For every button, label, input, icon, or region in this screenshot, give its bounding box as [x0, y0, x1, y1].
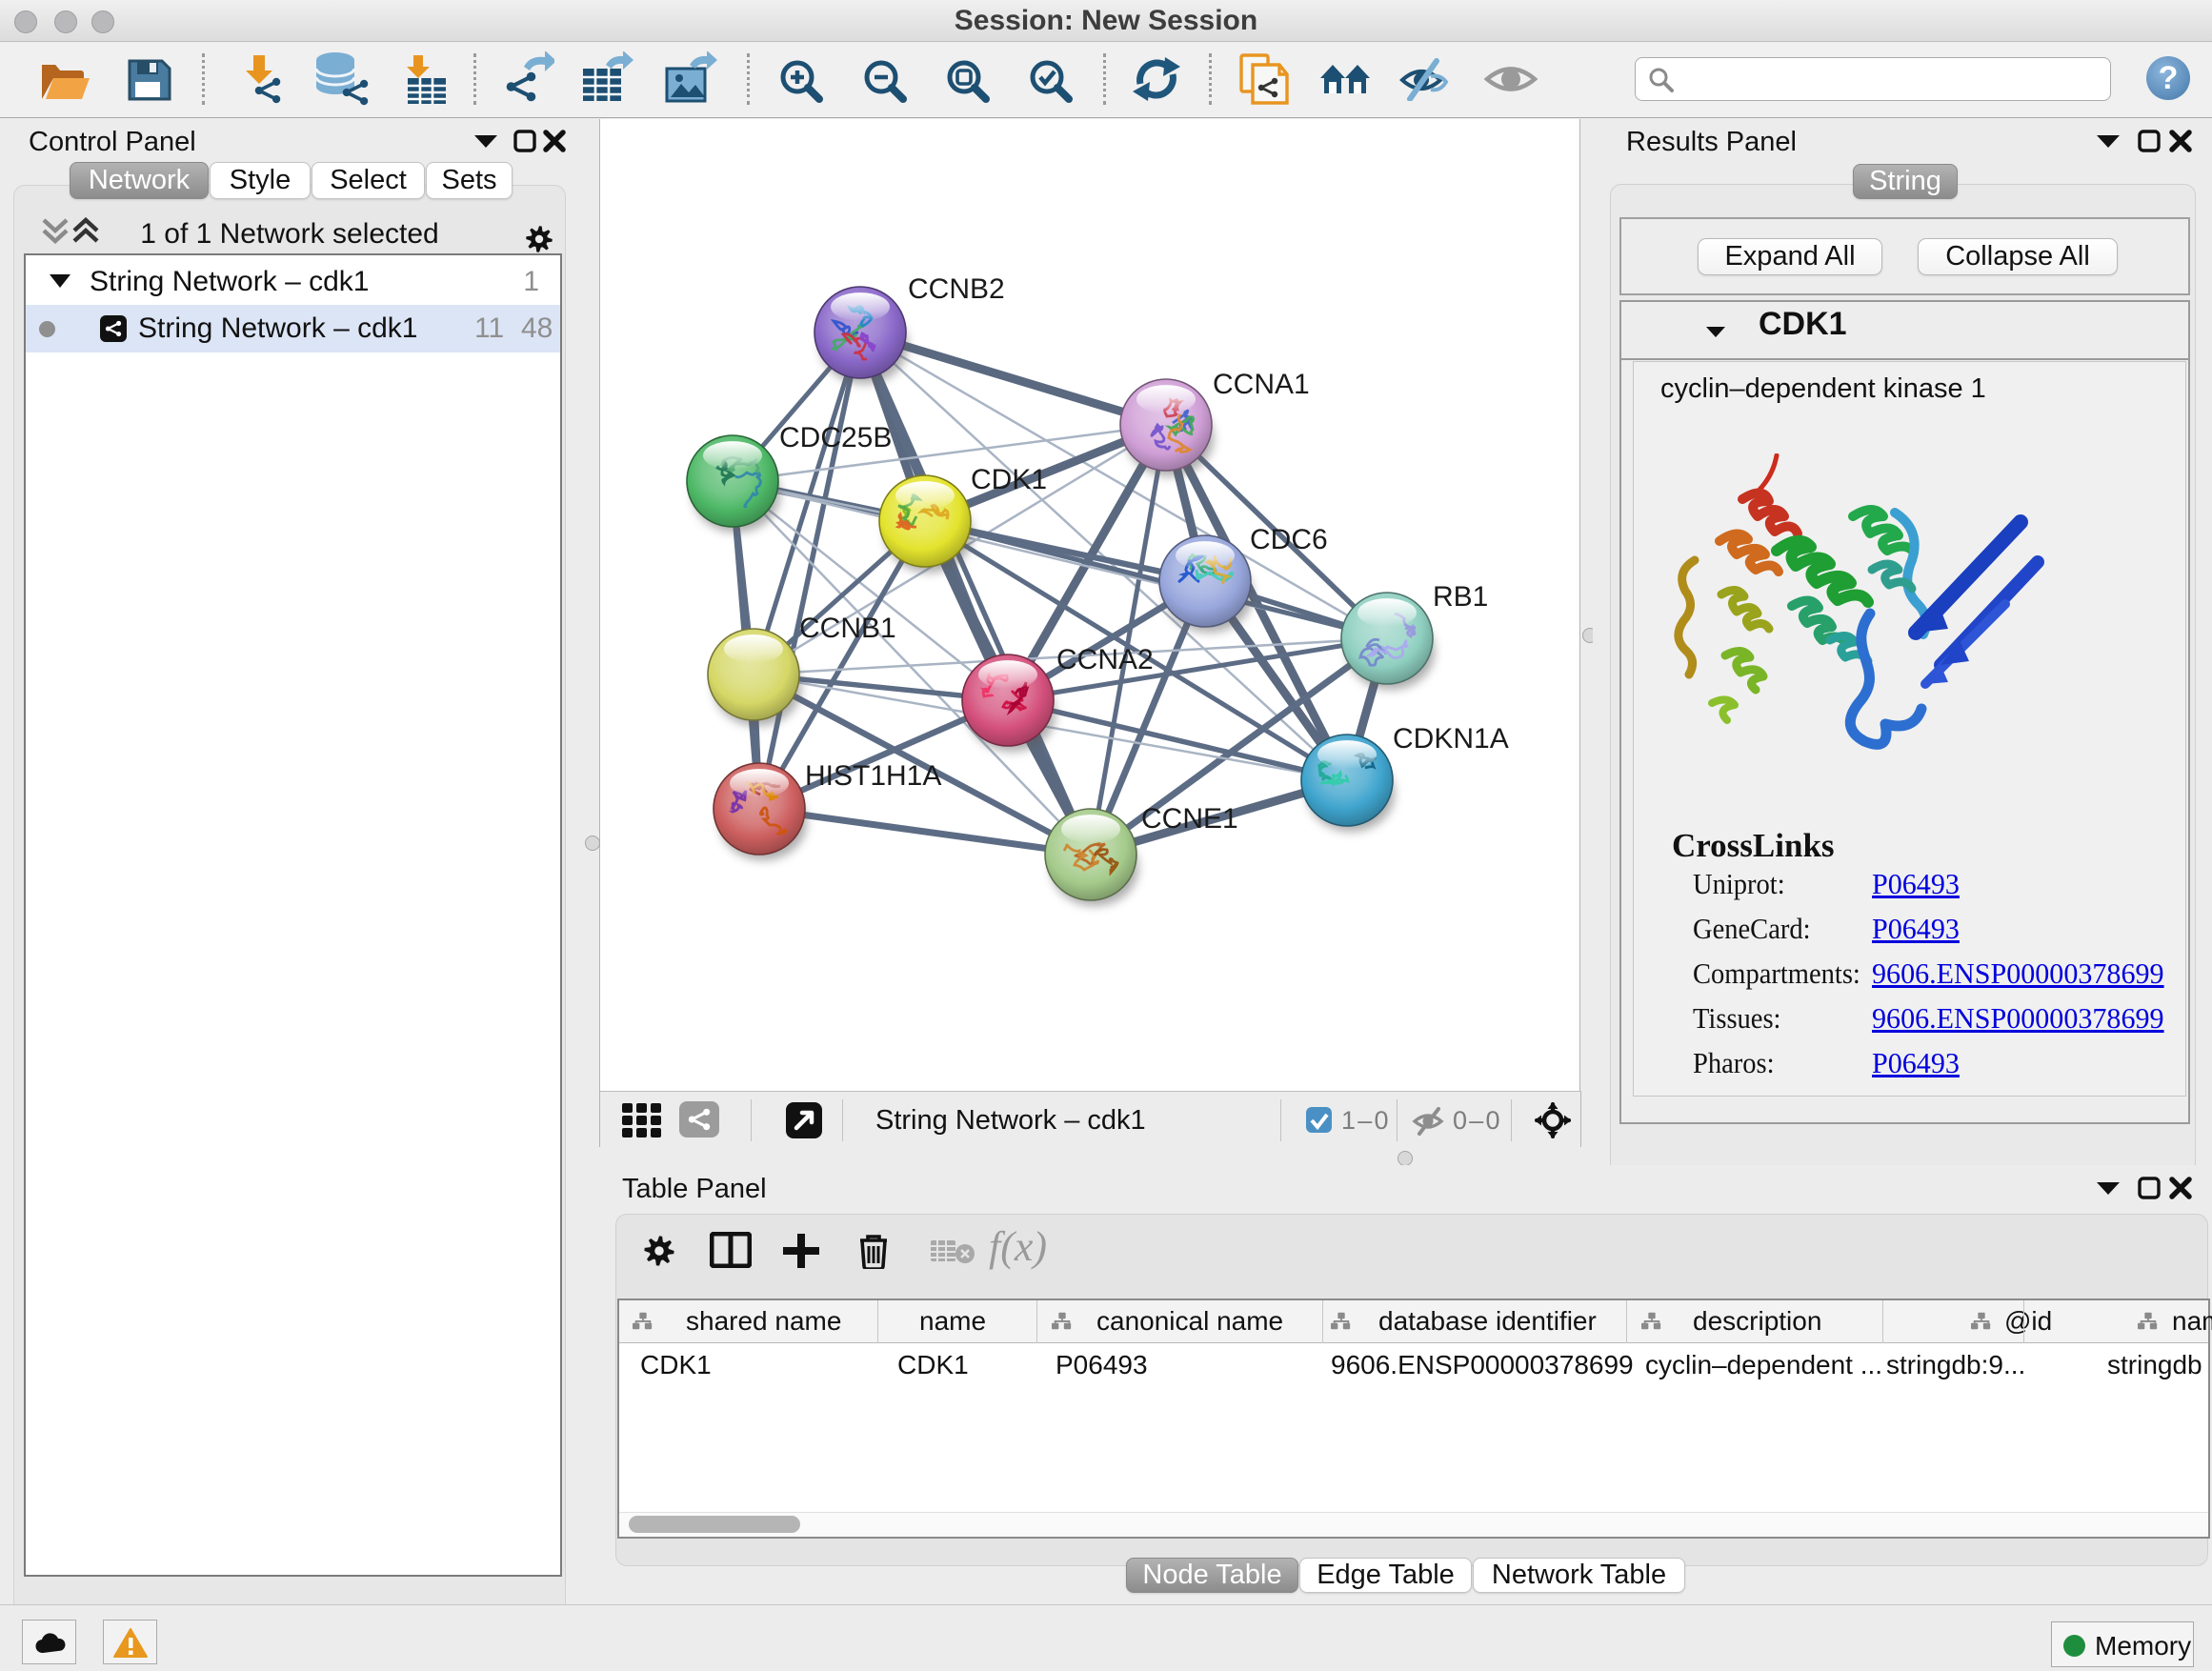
svg-text:?: ?	[2159, 60, 2179, 96]
svg-text:HIST1H1A: HIST1H1A	[805, 760, 941, 792]
svg-text:CCNB1: CCNB1	[799, 613, 896, 644]
svg-text:CCNA1: CCNA1	[1213, 369, 1310, 400]
svg-text:CDC6: CDC6	[1250, 524, 1328, 555]
svg-text:CDKN1A: CDKN1A	[1393, 723, 1509, 755]
svg-text:CCNA2: CCNA2	[1056, 644, 1154, 675]
svg-text:CCNE1: CCNE1	[1141, 803, 1238, 835]
svg-text:CDK1: CDK1	[971, 464, 1047, 495]
svg-text:RB1: RB1	[1433, 581, 1488, 613]
svg-text:CCNB2: CCNB2	[908, 273, 1005, 305]
svg-text:CDC25B: CDC25B	[779, 422, 892, 453]
